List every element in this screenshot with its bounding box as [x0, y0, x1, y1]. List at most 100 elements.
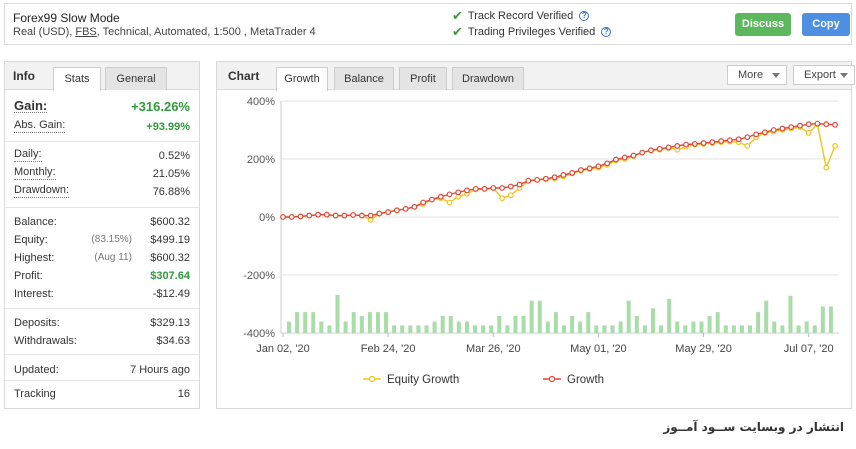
profit-value: $307.64	[150, 270, 190, 282]
legend-growth[interactable]: Growth	[567, 374, 604, 386]
balance-row: Balance: $600.32	[14, 214, 190, 230]
growth-point	[455, 189, 462, 196]
more-dropdown[interactable]: More	[727, 65, 787, 85]
growth-point	[814, 120, 821, 127]
volume-bar	[513, 315, 518, 333]
withdrawals-row: Withdrawals: $34.63	[14, 333, 190, 349]
growth-point	[306, 212, 313, 219]
deposits-value: $329.13	[150, 317, 190, 329]
deposits-row: Deposits: $329.13	[14, 315, 190, 331]
growth-point	[516, 181, 523, 188]
growth-point	[604, 160, 611, 167]
volume-bar	[691, 321, 696, 333]
profit-row: Profit: $307.64	[14, 268, 190, 284]
growth-point	[797, 122, 803, 129]
divider	[5, 380, 199, 381]
volume-bar	[667, 298, 672, 333]
volume-bar	[505, 325, 510, 333]
updated-value: 7 Hours ago	[130, 364, 190, 376]
growth-point	[595, 163, 602, 170]
volume-bar	[780, 325, 785, 333]
divider	[5, 354, 199, 355]
volume-bar	[739, 325, 744, 333]
divider	[5, 308, 199, 309]
export-dropdown[interactable]: Export	[793, 65, 855, 85]
x-tick-label: Jan 02, '20	[256, 343, 309, 355]
equity-growth-point	[507, 192, 514, 199]
equity-row: Equity: (83.15%) $499.19	[14, 232, 190, 248]
growth-point	[350, 212, 356, 218]
volume-bar	[553, 312, 558, 333]
growth-chart[interactable]: 400% 200% 0% -200% -400% Jan 02, '20 Feb 24, '…	[217, 90, 851, 408]
broker-link[interactable]: FBS	[75, 26, 96, 38]
discuss-button[interactable]: Discuss	[735, 13, 791, 36]
tab-drawdown[interactable]: Drawdown	[452, 67, 524, 90]
growth-point	[648, 147, 654, 154]
info-panel-title: Info	[13, 69, 35, 83]
profit-label: Profit:	[14, 270, 43, 282]
equity-value: $499.19	[150, 234, 190, 246]
volume-bar	[375, 312, 380, 333]
daily-value: 0.52%	[158, 150, 190, 162]
info-tab-bar: Info Stats General	[5, 62, 199, 91]
volume-bar	[618, 321, 623, 333]
y-tick-label: 400%	[247, 96, 275, 108]
equity-growth-point	[805, 130, 812, 136]
copy-button[interactable]: Copy	[802, 13, 850, 36]
volume-bar	[424, 325, 429, 333]
volume-bar	[570, 315, 575, 333]
growth-point	[586, 165, 593, 172]
volume-bar	[820, 306, 825, 333]
interest-label: Interest:	[14, 288, 54, 300]
export-label: Export	[804, 69, 836, 81]
volume-bar	[715, 312, 720, 333]
volume-bar	[367, 312, 372, 333]
system-name[interactable]: Forex99 Slow Mode	[13, 11, 120, 25]
growth-point	[630, 152, 637, 159]
volume-bar	[335, 295, 340, 333]
growth-point	[832, 121, 838, 128]
growth-point	[297, 213, 304, 220]
volume-bar	[448, 315, 453, 333]
volume-bar	[521, 315, 526, 333]
legend-equity-growth[interactable]: Equity Growth	[387, 374, 459, 386]
tracking-value[interactable]: 16	[178, 386, 190, 402]
growth-point	[560, 172, 567, 178]
help-icon[interactable]: ?	[579, 10, 590, 21]
tab-balance[interactable]: Balance	[334, 67, 394, 90]
legend-swatch-marker	[548, 375, 556, 383]
growth-point	[280, 214, 286, 220]
tab-growth[interactable]: Growth	[276, 67, 328, 91]
volume-bar	[804, 321, 809, 333]
growth-point	[823, 121, 830, 128]
volume-bar	[489, 325, 494, 333]
tab-profit[interactable]: Profit	[399, 67, 447, 90]
help-icon[interactable]: ?	[601, 26, 612, 37]
tab-stats[interactable]: Stats	[53, 67, 101, 91]
highest-date: (Aug 11)	[94, 252, 132, 263]
growth-line	[283, 122, 836, 218]
y-tick-label: 0%	[259, 212, 275, 224]
growth-point	[578, 167, 584, 173]
equity-growth-point	[744, 143, 751, 149]
track-record-label: Track Record Verified	[467, 9, 574, 22]
volume-bar	[497, 315, 502, 333]
monthly-row: Monthly: 21.05%	[14, 166, 190, 182]
growth-point	[429, 196, 435, 203]
deposits-label: Deposits:	[14, 317, 60, 329]
growth-point	[341, 212, 348, 219]
volume-bar	[416, 325, 421, 333]
growth-point	[394, 207, 400, 214]
volume-bar	[392, 325, 397, 333]
daily-row: Daily: 0.52%	[14, 148, 190, 164]
growth-point	[437, 193, 444, 200]
check-icon: ✔	[452, 8, 463, 23]
growth-point	[770, 127, 777, 133]
equity-growth-point	[446, 199, 453, 206]
tab-general[interactable]: General	[105, 67, 167, 90]
abs-gain-value: +93.99%	[146, 121, 190, 133]
volume-bar	[788, 295, 793, 333]
volume-bar	[756, 312, 761, 333]
growth-point	[481, 185, 488, 192]
equity-label: Equity:	[14, 234, 48, 246]
